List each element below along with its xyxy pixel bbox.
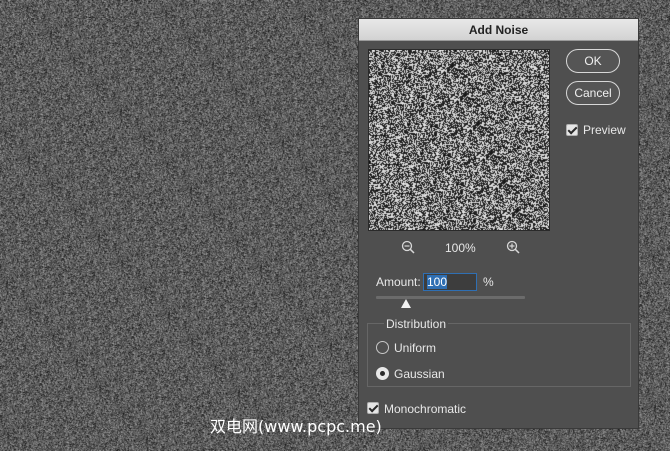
zoom-out-icon[interactable] xyxy=(401,240,415,254)
watermark-text: 双电网(www.pcpc.me) xyxy=(210,417,382,436)
amount-input[interactable]: 100 xyxy=(423,273,477,291)
uniform-label[interactable]: Uniform xyxy=(394,341,436,355)
amount-slider[interactable] xyxy=(376,296,525,299)
gaussian-label[interactable]: Gaussian xyxy=(394,367,445,381)
amount-unit: % xyxy=(483,275,494,289)
gaussian-radio[interactable] xyxy=(376,367,389,380)
ok-button[interactable]: OK xyxy=(566,49,620,73)
monochromatic-label[interactable]: Monochromatic xyxy=(384,402,466,416)
cancel-button[interactable]: Cancel xyxy=(566,81,620,105)
preview-image xyxy=(369,50,549,230)
amount-value: 100 xyxy=(427,275,448,289)
preview-checkbox[interactable] xyxy=(566,124,578,136)
add-noise-dialog: Add Noise OK Cancel Preview 100% Amount:… xyxy=(358,18,639,429)
dialog-title[interactable]: Add Noise xyxy=(359,19,638,41)
preview-label[interactable]: Preview xyxy=(583,123,626,137)
distribution-legend: Distribution xyxy=(384,317,449,331)
preview-pane[interactable] xyxy=(368,49,550,231)
amount-label: Amount: xyxy=(376,275,421,289)
uniform-radio[interactable] xyxy=(376,341,389,354)
amount-slider-thumb[interactable] xyxy=(400,299,411,308)
zoom-level: 100% xyxy=(445,241,476,255)
zoom-in-icon[interactable] xyxy=(506,240,520,254)
